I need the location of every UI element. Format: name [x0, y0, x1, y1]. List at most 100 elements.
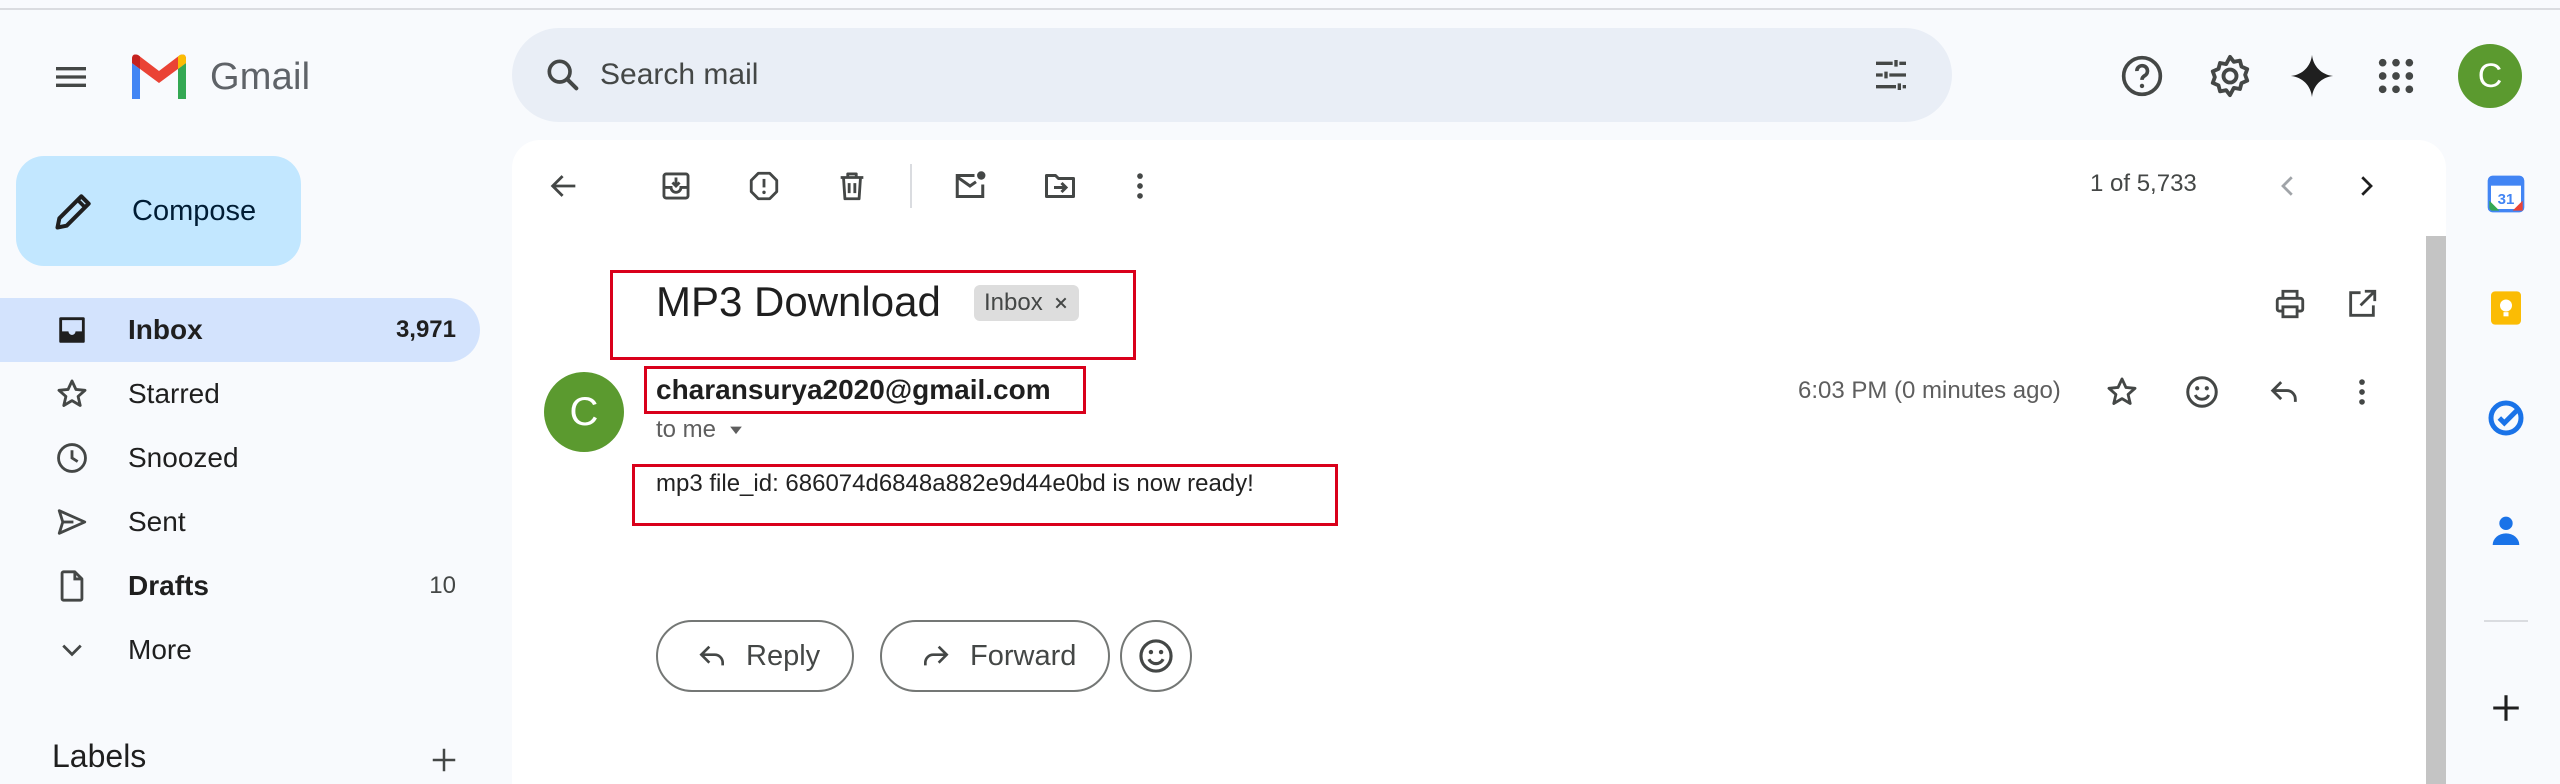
contacts-app-button[interactable] — [2478, 502, 2534, 558]
calendar-app-button[interactable]: 31 — [2478, 166, 2534, 222]
add-reaction-button[interactable] — [2176, 366, 2228, 418]
star-icon — [50, 372, 94, 416]
sidebar-item-label: Sent — [128, 506, 186, 537]
tasks-app-button[interactable] — [2478, 390, 2534, 446]
send-icon — [50, 500, 94, 544]
archive-icon — [659, 169, 693, 203]
archive-button[interactable] — [650, 160, 702, 212]
sender-avatar[interactable]: C — [544, 372, 624, 452]
forward-icon — [920, 640, 952, 672]
print-all-button[interactable] — [2264, 278, 2316, 330]
open-new-window-button[interactable] — [2336, 278, 2388, 330]
gmail-logo[interactable]: Gmail — [128, 48, 310, 106]
search-input[interactable] — [600, 48, 1800, 102]
older-button[interactable] — [2340, 160, 2392, 212]
reply-icon — [696, 640, 728, 672]
main-menu-button[interactable] — [42, 48, 100, 106]
sender-email[interactable]: charansurya2020@gmail.com — [656, 374, 1051, 406]
reply-icon — [2267, 375, 2301, 409]
account-avatar[interactable]: C — [2458, 44, 2522, 108]
create-label-button[interactable] — [420, 736, 468, 784]
open-in-new-icon — [2345, 287, 2379, 321]
gear-icon — [2207, 53, 2253, 99]
sidebar-item-label: More — [128, 634, 192, 665]
newer-button[interactable] — [2262, 160, 2314, 212]
forward-label: Forward — [970, 639, 1077, 672]
reply-icon-button[interactable] — [2258, 366, 2310, 418]
compose-button[interactable]: Compose — [16, 156, 301, 266]
more-vert-icon — [1123, 169, 1157, 203]
draft-icon — [50, 564, 94, 608]
keep-app-button[interactable] — [2478, 280, 2534, 336]
search-icon[interactable] — [538, 50, 588, 100]
plus-icon — [2489, 691, 2523, 725]
pagination-text: 1 of 5,733 — [2090, 170, 2197, 197]
move-to-button[interactable] — [1034, 160, 1086, 212]
app-name: Gmail — [210, 55, 311, 98]
menu-icon — [51, 57, 91, 97]
print-icon — [2273, 287, 2307, 321]
apps-icon — [2376, 56, 2416, 96]
svg-text:31: 31 — [2498, 191, 2515, 208]
clock-icon — [50, 436, 94, 480]
sidebar-item-inbox[interactable]: Inbox 3,971 — [0, 298, 480, 362]
caret-down-icon — [726, 420, 746, 440]
sidebar-item-label: Inbox — [128, 314, 203, 345]
sidebar-item-count: 10 — [429, 572, 456, 599]
rail-divider — [2484, 620, 2528, 622]
email-body: mp3 file_id: 686074d6848a882e9d44e0bd is… — [656, 470, 1254, 497]
message-more-button[interactable] — [2336, 366, 2388, 418]
back-button[interactable] — [538, 160, 590, 212]
more-actions-button[interactable] — [1114, 160, 1166, 212]
reply-button[interactable]: Reply — [656, 620, 855, 692]
email-timestamp: 6:03 PM (0 minutes ago) — [1798, 377, 2061, 404]
email-subject: MP3 Download — [656, 278, 941, 325]
keep-icon — [2486, 288, 2526, 328]
sidebar-item-count: 3,971 — [395, 316, 456, 343]
label-chip-text: Inbox — [984, 289, 1043, 316]
contacts-icon — [2486, 510, 2526, 550]
settings-button[interactable] — [2200, 46, 2260, 106]
sidebar-item-drafts[interactable]: Drafts 10 — [0, 554, 480, 618]
report-spam-button[interactable] — [738, 160, 790, 212]
window-top-border — [0, 0, 2560, 10]
emoji-icon — [2184, 374, 2220, 410]
sidebar-item-label: Starred — [128, 378, 220, 409]
delete-button[interactable] — [826, 160, 878, 212]
tune-icon[interactable] — [1866, 50, 1916, 100]
sidebar-item-label: Drafts — [128, 570, 209, 601]
search-bar[interactable] — [512, 28, 1952, 122]
chevron-right-icon — [2351, 171, 2381, 201]
plus-icon — [429, 745, 459, 775]
sidebar-item-label: Snoozed — [128, 442, 239, 473]
help-icon — [2120, 54, 2164, 98]
gemini-button[interactable] — [2282, 46, 2342, 106]
message-scrollbar[interactable] — [2426, 236, 2446, 784]
sidebar-item-more[interactable]: More — [0, 618, 480, 682]
compose-label: Compose — [132, 194, 257, 227]
emoji-reaction-button[interactable] — [1120, 620, 1192, 692]
mark-unread-button[interactable] — [944, 160, 996, 212]
chevron-left-icon — [2273, 171, 2303, 201]
recipient-details[interactable]: to me — [656, 416, 746, 444]
get-addons-button[interactable] — [2478, 680, 2534, 736]
help-button[interactable] — [2112, 46, 2172, 106]
gemini-icon — [2289, 53, 2335, 99]
sidebar-item-sent[interactable]: Sent — [0, 490, 480, 554]
mark-unread-icon — [952, 168, 988, 204]
google-apps-button[interactable] — [2366, 46, 2426, 106]
trash-icon — [835, 169, 869, 203]
toolbar-divider — [910, 164, 912, 208]
emoji-icon — [1137, 637, 1175, 675]
chevron-down-icon — [50, 628, 94, 672]
inbox-label-chip: Inbox — [974, 285, 1079, 321]
forward-button[interactable]: Forward — [880, 620, 1111, 692]
remove-label-icon[interactable] — [1053, 295, 1069, 311]
arrow-back-icon — [547, 169, 581, 203]
sidebar-item-snoozed[interactable]: Snoozed — [0, 426, 480, 490]
tasks-icon — [2486, 398, 2526, 438]
star-button[interactable] — [2096, 366, 2148, 418]
move-folder-icon — [1042, 168, 1078, 204]
sidebar-item-starred[interactable]: Starred — [0, 362, 480, 426]
report-icon — [747, 169, 781, 203]
